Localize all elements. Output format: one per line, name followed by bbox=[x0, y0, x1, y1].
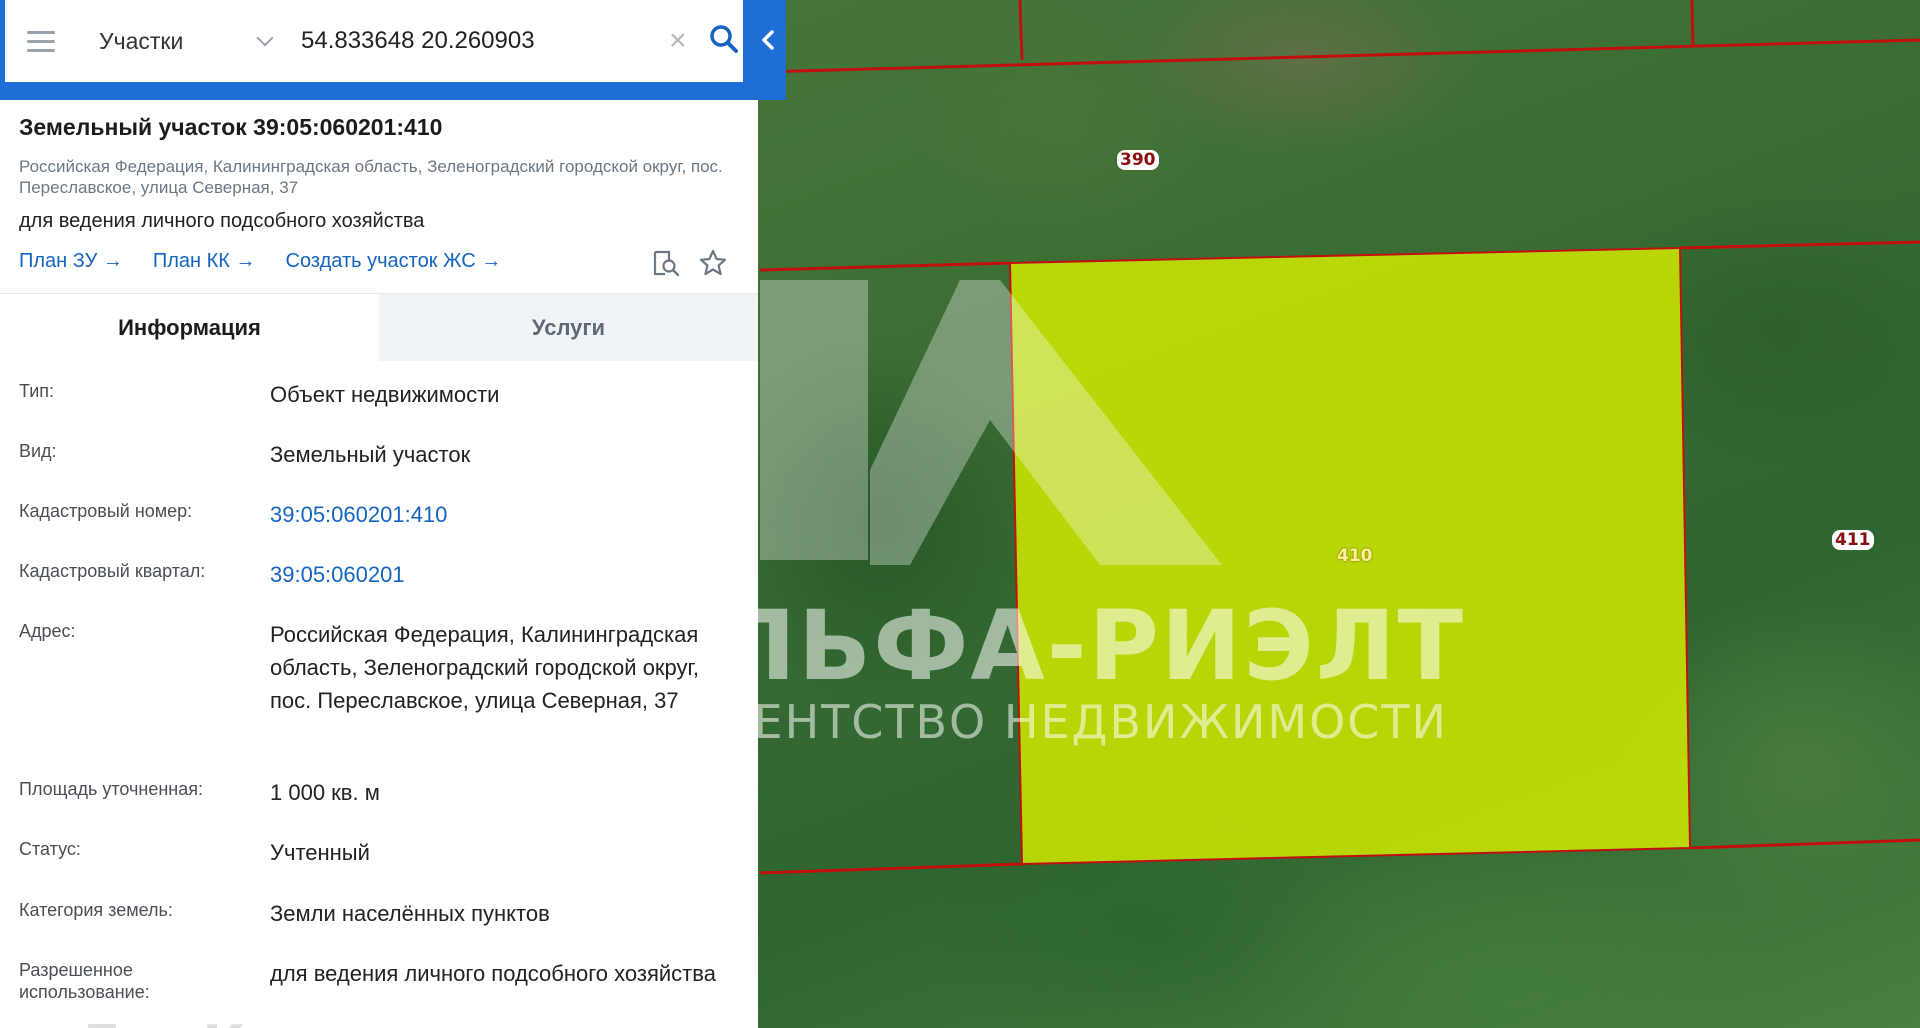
info-value: 1 000 кв. м bbox=[270, 780, 380, 805]
info-row-type: Тип: Объект недвижимости bbox=[0, 362, 758, 422]
cadastral-quarter-link[interactable]: 39:05:060201 bbox=[270, 558, 740, 591]
parcel-boundary bbox=[1018, 0, 1024, 61]
watermark-site: ДомКлик bbox=[78, 1015, 355, 1028]
tab-information[interactable]: Информация bbox=[0, 294, 379, 361]
parcel-boundary bbox=[759, 862, 1023, 875]
info-value: Объект недвижимости bbox=[270, 382, 500, 407]
action-icons bbox=[650, 248, 728, 283]
parcel-label-390[interactable]: 390 bbox=[1117, 150, 1159, 170]
parcel-purpose: для ведения личного подсобного хозяйства bbox=[19, 210, 425, 232]
parcel-address-short: Российская Федерация, Калининградская об… bbox=[19, 157, 723, 197]
info-value: Земли населённых пунктов bbox=[270, 901, 550, 926]
page-title: Земельный участок 39:05:060201:410 bbox=[19, 114, 443, 140]
zoom-document-icon[interactable] bbox=[650, 248, 680, 283]
search-icon[interactable] bbox=[709, 24, 739, 59]
info-row-area: Площадь уточненная: 1 000 кв. м bbox=[0, 760, 758, 820]
parcel-boundary bbox=[759, 261, 1011, 272]
search-header: Участки × bbox=[0, 0, 786, 100]
info-row-address: Адрес: Российская Федерация, Калининград… bbox=[0, 602, 758, 760]
info-row-cadastral-quarter: Кадастровый квартал: 39:05:060201 bbox=[0, 542, 758, 602]
collapse-left-icon[interactable] bbox=[754, 20, 782, 60]
info-key: Кадастровый номер: bbox=[19, 501, 193, 521]
search-input[interactable] bbox=[301, 27, 651, 55]
tab-services[interactable]: Услуги bbox=[379, 294, 758, 361]
info-key: Категория земель: bbox=[19, 900, 173, 920]
layer-select[interactable]: Участки bbox=[99, 28, 279, 55]
clear-icon[interactable]: × bbox=[669, 26, 687, 56]
panel-tabs: Информация Услуги bbox=[0, 293, 758, 361]
plan-zu-link[interactable]: План ЗУ → bbox=[19, 250, 123, 273]
plan-kk-link[interactable]: План КК → bbox=[153, 250, 256, 273]
parcel-boundary bbox=[1690, 0, 1695, 47]
parcel-boundary bbox=[1679, 240, 1920, 250]
info-key: Вид: bbox=[19, 441, 57, 461]
info-row-status: Статус: Учтенный bbox=[0, 820, 758, 881]
layer-select-label: Участки bbox=[99, 27, 184, 54]
info-key: Площадь уточненная: bbox=[19, 779, 203, 799]
search-bar: Участки × bbox=[5, 0, 743, 82]
watermark-logo-bar bbox=[760, 280, 868, 560]
info-panel: Земельный участок 39:05:060201:410 Росси… bbox=[0, 100, 758, 1028]
star-icon[interactable] bbox=[698, 248, 728, 283]
info-row-kind: Вид: Земельный участок bbox=[0, 422, 758, 482]
watermark-brand: АЛЬФА-РИЭЛТ bbox=[640, 590, 1465, 702]
info-key: Разрешенное использование: bbox=[19, 960, 150, 1002]
chevron-down-icon bbox=[256, 29, 274, 47]
info-row-land-category: Категория земель: Земли населённых пункт… bbox=[0, 881, 758, 941]
info-value: Учтенный bbox=[270, 840, 370, 865]
info-key: Тип: bbox=[19, 381, 55, 401]
info-key: Кадастровый квартал: bbox=[19, 561, 206, 581]
parcel-boundary bbox=[1689, 838, 1920, 850]
parcel-boundary bbox=[759, 38, 1920, 74]
info-value: Земельный участок bbox=[270, 442, 471, 467]
parcel-label-410[interactable]: 410 bbox=[1334, 546, 1376, 566]
info-value: Российская Федерация, Калининградская об… bbox=[270, 622, 699, 713]
info-row-cadastral-number: Кадастровый номер: 39:05:060201:410 bbox=[0, 482, 758, 542]
info-table: Тип: Объект недвижимости Вид: Земельный … bbox=[0, 362, 758, 1028]
parcel-links: План ЗУ → План КК → Создать участок ЖС → bbox=[19, 250, 531, 273]
info-key: Статус: bbox=[19, 839, 81, 859]
parcel-label-411[interactable]: 411 bbox=[1832, 530, 1874, 550]
menu-icon[interactable] bbox=[27, 18, 73, 64]
info-key: Адрес: bbox=[19, 621, 76, 641]
watermark-tagline: АГЕНТСТВО НЕДВИЖИМОСТИ bbox=[690, 695, 1448, 749]
create-parcel-link[interactable]: Создать участок ЖС → bbox=[286, 250, 502, 273]
info-value: для ведения личного подсобного хозяйства bbox=[270, 961, 716, 986]
cadastral-number-link[interactable]: 39:05:060201:410 bbox=[270, 498, 740, 531]
